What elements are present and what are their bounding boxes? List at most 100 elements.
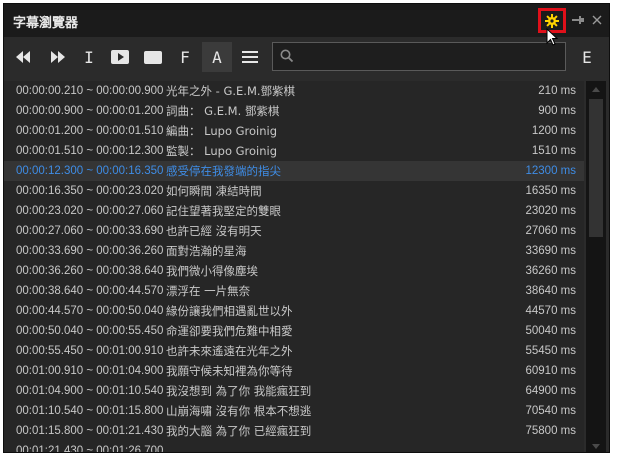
duration: 900 ms xyxy=(538,105,576,117)
list-item[interactable]: 00:00:16.350 ~ 00:00:23.020 如何瞬間 凍結時間 1635… xyxy=(4,181,584,201)
subtitle-text: 我的大腦 為了你 已經瘋狂到 xyxy=(166,424,312,438)
time-range: 00:00:12.300 ~ 00:00:16.350 xyxy=(16,165,164,177)
subtitle-text: 如何瞬間 凍結時間 xyxy=(166,184,262,198)
list-item[interactable]: 00:00:27.060 ~ 00:00:33.690 也許已經 沒有明天 2706… xyxy=(4,221,584,241)
subtitle-text: 記住望著我堅定的雙眼 xyxy=(166,204,281,218)
gear-icon xyxy=(545,13,559,28)
list-item[interactable]: 00:00:38.640 ~ 00:00:44.570 漂浮在 一片無奈 38640… xyxy=(4,281,584,301)
duration: 23020 ms xyxy=(525,205,576,217)
list-item[interactable]: 00:00:01.200 ~ 00:00:01.510 編曲： Lupo Groi… xyxy=(4,121,584,141)
duration: 38640 ms xyxy=(525,285,576,297)
export-button[interactable]: E xyxy=(572,42,602,72)
time-range: 00:00:01.200 ~ 00:00:01.510 xyxy=(16,125,164,137)
scroll-up-button[interactable] xyxy=(586,81,606,97)
time-range: 00:00:50.040 ~ 00:00:55.450 xyxy=(16,325,164,337)
duration: 70540 ms xyxy=(525,405,576,417)
list-item[interactable]: 00:01:15.800 ~ 00:01:21.430 我的大腦 為了你 已經瘋狂… xyxy=(4,421,584,441)
time-range: 00:01:15.800 ~ 00:01:21.430 xyxy=(16,425,164,437)
time-range: 00:01:00.910 ~ 00:01:04.900 xyxy=(16,365,164,377)
export-letter-icon: E xyxy=(582,47,592,67)
time-range: 00:00:16.350 ~ 00:00:23.020 xyxy=(16,185,164,197)
time-range: 00:00:01.510 ~ 00:00:12.300 xyxy=(16,145,164,157)
subtitle-text: 感受停在我發端的指尖 xyxy=(166,164,281,178)
subtitle-text: 監製： Lupo Groinig xyxy=(166,144,278,158)
time-range: 00:00:36.260 ~ 00:00:38.640 xyxy=(16,265,164,277)
time-range: 00:00:00.210 ~ 00:00:00.900 xyxy=(16,85,164,97)
time-range: 00:01:10.540 ~ 00:01:15.800 xyxy=(16,405,164,417)
subtitle-text: 面對浩瀚的星海 xyxy=(166,244,247,258)
subtitle-text: 我們微小得像塵埃 xyxy=(166,264,258,278)
auto-button[interactable]: A xyxy=(202,42,232,72)
subtitle-text: 漂浮在 一片無奈 xyxy=(166,284,251,298)
duration: 64900 ms xyxy=(525,385,576,397)
list-item[interactable]: 00:00:50.040 ~ 00:00:55.450 命運卻要我們危難中相愛 50… xyxy=(4,321,584,341)
list-item[interactable]: 00:00:23.020 ~ 00:00:27.060 記住望著我堅定的雙眼 230… xyxy=(4,201,584,221)
list-item[interactable]: 00:01:00.910 ~ 00:01:04.900 我願守候未知裡為你等待 60… xyxy=(4,361,584,381)
duration: 55450 ms xyxy=(525,345,576,357)
fast-forward-button[interactable] xyxy=(43,42,73,72)
subtitle-text: 山崩海嘯 沒有你 根本不想逃 xyxy=(166,404,312,418)
play-button[interactable] xyxy=(105,42,135,72)
arrow-down-icon xyxy=(592,443,600,449)
duration: 210 ms xyxy=(538,85,576,97)
mouse-pointer-icon xyxy=(546,28,558,46)
subtitle-text: 緣份讓我們相遇亂世以外 xyxy=(166,304,293,318)
search-icon xyxy=(280,49,294,63)
font-button[interactable]: F xyxy=(170,42,200,72)
list-item[interactable]: 00:00:33.690 ~ 00:00:36.260 面對浩瀚的星海 33690 … xyxy=(4,241,584,261)
duration: 12300 ms xyxy=(525,165,576,177)
menu-icon xyxy=(242,51,258,63)
duration: 33690 ms xyxy=(525,245,576,257)
subtitle-text: 也許已經 沒有明天 xyxy=(166,224,262,238)
search-input[interactable] xyxy=(299,46,563,68)
auto-letter-icon: A xyxy=(212,47,222,67)
list-item-selected[interactable]: 00:00:12.300 ~ 00:00:16.350 感受停在我發端的指尖 123… xyxy=(4,161,584,181)
close-button[interactable] xyxy=(586,9,608,31)
rewind-icon xyxy=(16,51,30,63)
subtitle-text: 詞曲： G.E.M. 鄧紫棋 xyxy=(166,104,280,118)
duration: 16350 ms xyxy=(525,185,576,197)
close-icon xyxy=(592,15,602,25)
duration: 75800 ms xyxy=(525,425,576,437)
time-range: 00:01:04.900 ~ 00:01:10.540 xyxy=(16,385,164,397)
vertical-scrollbar[interactable] xyxy=(586,81,606,452)
fast-forward-icon xyxy=(51,51,65,63)
list-item[interactable]: 00:01:10.540 ~ 00:01:15.800 山崩海嘯 沒有你 根本不想… xyxy=(4,401,584,421)
list-item[interactable]: 00:00:44.570 ~ 00:00:50.040 緣份讓我們相遇亂世以外 44… xyxy=(4,301,584,321)
subtitle-text: 編曲： Lupo Groinig xyxy=(166,124,278,138)
scroll-thumb[interactable] xyxy=(589,99,603,237)
subtitle-text: 命運卻要我們危難中相愛 xyxy=(166,324,293,338)
search-box[interactable] xyxy=(272,42,566,71)
title-bar[interactable]: 字幕瀏覽器 xyxy=(4,4,609,37)
time-range: 00:01:21.430 ~ 00:01:26.700 xyxy=(16,445,164,453)
duration: 44570 ms xyxy=(525,305,576,317)
subtitle-list[interactable]: 00:00:00.210 ~ 00:00:00.900 光年之外 - G.E.M.… xyxy=(4,81,584,453)
list-item[interactable]: 00:01:21.430 ~ 00:01:26.700 xyxy=(4,441,584,453)
play-icon xyxy=(111,50,129,64)
list-item[interactable]: 00:00:55.450 ~ 00:01:00.910 也許未來遙遠在光年之外 55… xyxy=(4,341,584,361)
time-range: 00:00:27.060 ~ 00:00:33.690 xyxy=(16,225,164,237)
list-item[interactable]: 00:00:00.900 ~ 00:00:01.200 詞曲： G.E.M. 鄧紫… xyxy=(4,101,584,121)
arrow-up-icon xyxy=(592,86,600,92)
rewind-button[interactable] xyxy=(8,42,38,72)
text-cursor-icon: I xyxy=(84,47,94,67)
subtitle-text: 也許未來遙遠在光年之外 xyxy=(166,344,293,358)
toolbar: I F A E xyxy=(4,37,609,77)
duration: 27060 ms xyxy=(525,225,576,237)
duration: 1510 ms xyxy=(531,145,576,157)
list-item[interactable]: 00:01:04.900 ~ 00:01:10.540 我沒想到 為了你 我能瘋狂… xyxy=(4,381,584,401)
rectangle-button[interactable] xyxy=(138,42,168,72)
list-item[interactable]: 00:00:00.210 ~ 00:00:00.900 光年之外 - G.E.M.… xyxy=(4,81,584,101)
duration: 50040 ms xyxy=(525,325,576,337)
list-item[interactable]: 00:00:36.260 ~ 00:00:38.640 我們微小得像塵埃 36260… xyxy=(4,261,584,281)
time-range: 00:00:55.450 ~ 00:01:00.910 xyxy=(16,345,164,357)
rectangle-icon xyxy=(144,50,162,64)
subtitle-browser-window: 字幕瀏覽器 I F A E 00:00:00.210 ~ 00:00:00.90… xyxy=(3,3,610,453)
pin-icon xyxy=(572,16,584,24)
text-cursor-button[interactable]: I xyxy=(74,42,104,72)
list-item[interactable]: 00:00:01.510 ~ 00:00:12.300 監製： Lupo Groi… xyxy=(4,141,584,161)
scroll-down-button[interactable] xyxy=(586,438,606,452)
time-range: 00:00:00.900 ~ 00:00:01.200 xyxy=(16,105,164,117)
menu-button[interactable] xyxy=(235,42,265,72)
window-title: 字幕瀏覽器 xyxy=(13,16,79,31)
